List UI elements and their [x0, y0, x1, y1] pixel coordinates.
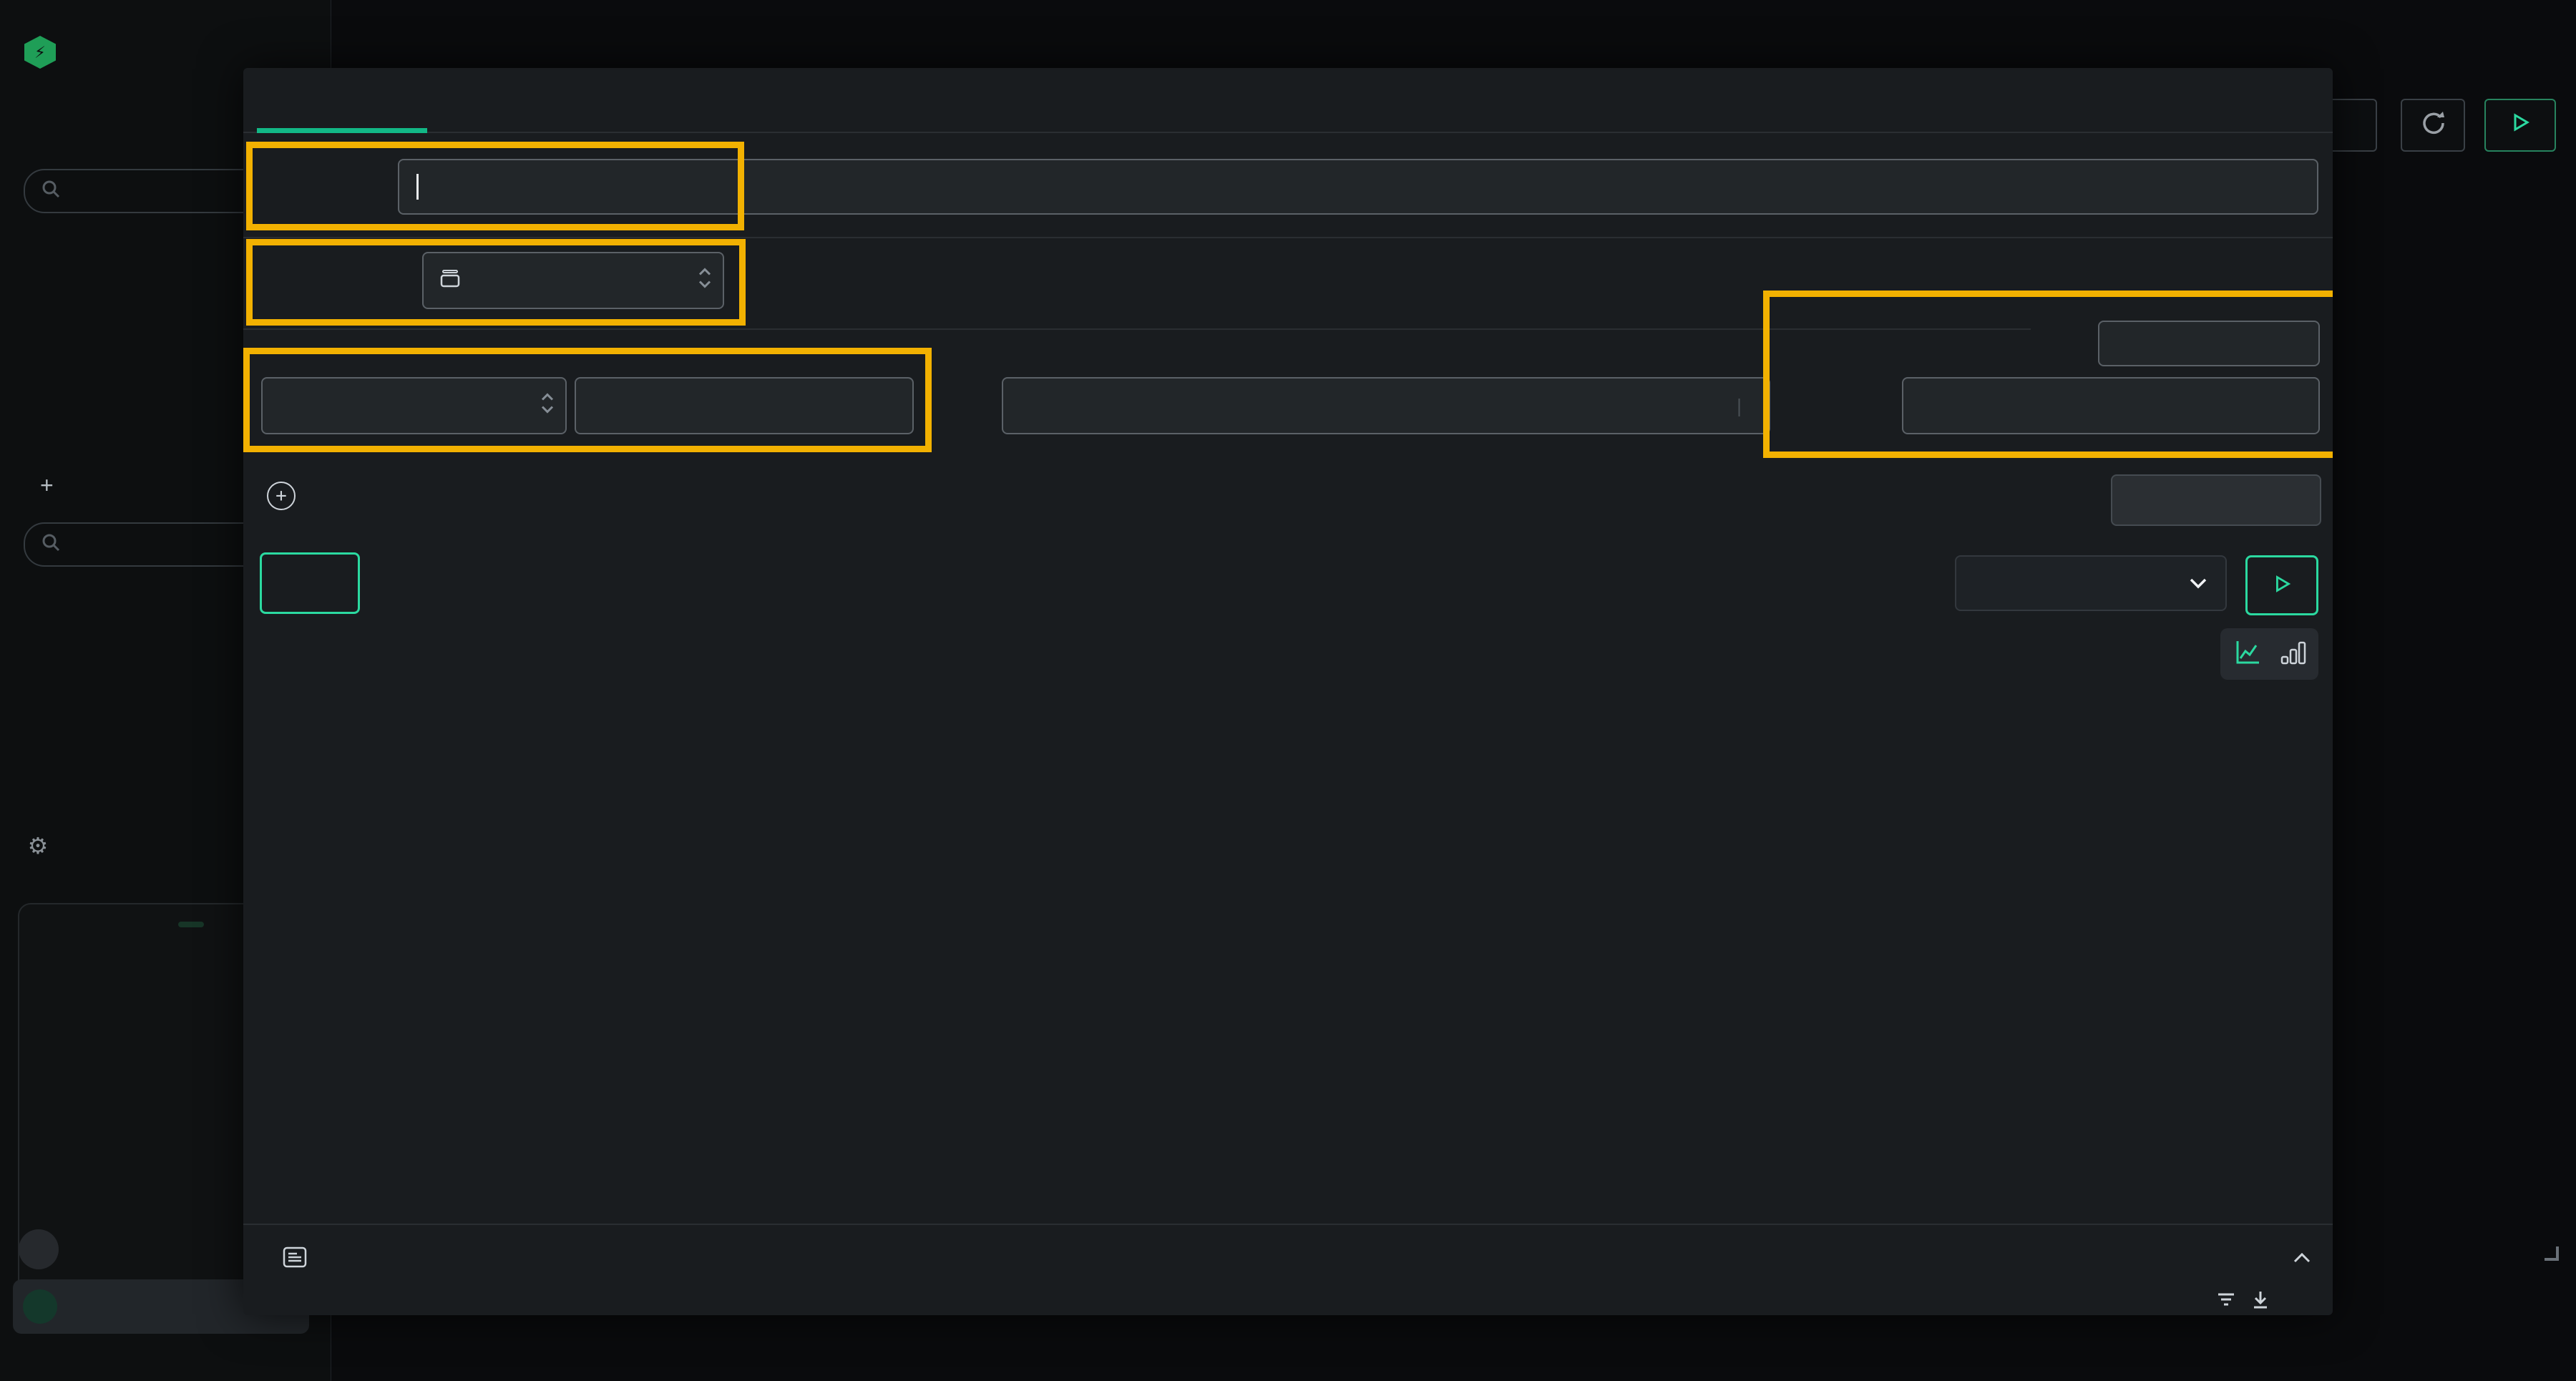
divider [243, 328, 2031, 330]
granularity-select[interactable] [1955, 555, 2227, 611]
chevron-down-icon [2188, 572, 2208, 595]
list-icon [283, 1245, 307, 1274]
app-root: ⚡ + ⚙ [0, 0, 2576, 1381]
search-icon [41, 532, 61, 557]
bar-chart-toggle-icon[interactable] [2280, 638, 2306, 670]
run-query-button[interactable] [2245, 555, 2318, 615]
download-icon[interactable] [2250, 1289, 2271, 1313]
search-icon [41, 179, 61, 204]
line-chart-toggle-icon[interactable] [2233, 638, 2262, 670]
set-number-format-button[interactable] [2111, 474, 2321, 526]
background-mini-chart-legend [458, 1371, 1460, 1381]
save-button[interactable] [260, 552, 360, 614]
background-dashboard-chart [2333, 72, 2576, 1288]
alias-input[interactable] [2098, 321, 2320, 366]
tabs-divider [243, 132, 2333, 133]
gear-icon: ⚙ [26, 834, 50, 858]
add-series-button[interactable]: + [267, 482, 308, 510]
data-source-select[interactable] [422, 252, 724, 309]
chevron-updown-icon [697, 265, 713, 296]
database-icon [439, 268, 461, 294]
main-chart [243, 630, 2333, 1173]
plus-circle-icon: + [267, 482, 296, 510]
divider [243, 1224, 2333, 1225]
help-button[interactable] [19, 1229, 59, 1269]
active-tab-underline [257, 128, 427, 133]
aggregation-select[interactable] [261, 377, 567, 434]
chart-name-input[interactable] [398, 159, 2318, 215]
group-by-input[interactable] [1902, 377, 2320, 434]
formula-input[interactable] [575, 377, 914, 434]
chart-type-toggle [2220, 628, 2318, 680]
resize-handle-icon[interactable] [2542, 1244, 2560, 1265]
avatar [23, 1289, 57, 1324]
divider [243, 237, 2333, 238]
sample-matched-events-header[interactable] [283, 1245, 323, 1274]
plus-icon: + [40, 472, 54, 499]
get-started-badge [178, 922, 204, 927]
collapse-section-icon[interactable] [2291, 1250, 2313, 1269]
chevron-updown-icon [540, 391, 555, 421]
mode-separator: | [1734, 396, 1745, 416]
text-caret [416, 174, 419, 200]
chart-editor-modal: | + [243, 68, 2333, 1315]
filter-icon[interactable] [2215, 1289, 2237, 1313]
events-table-header [243, 1293, 2333, 1315]
hyperdx-logo-icon: ⚡ [24, 36, 56, 69]
play-icon [2270, 572, 2293, 598]
events-search-input[interactable]: | [1002, 377, 1770, 434]
